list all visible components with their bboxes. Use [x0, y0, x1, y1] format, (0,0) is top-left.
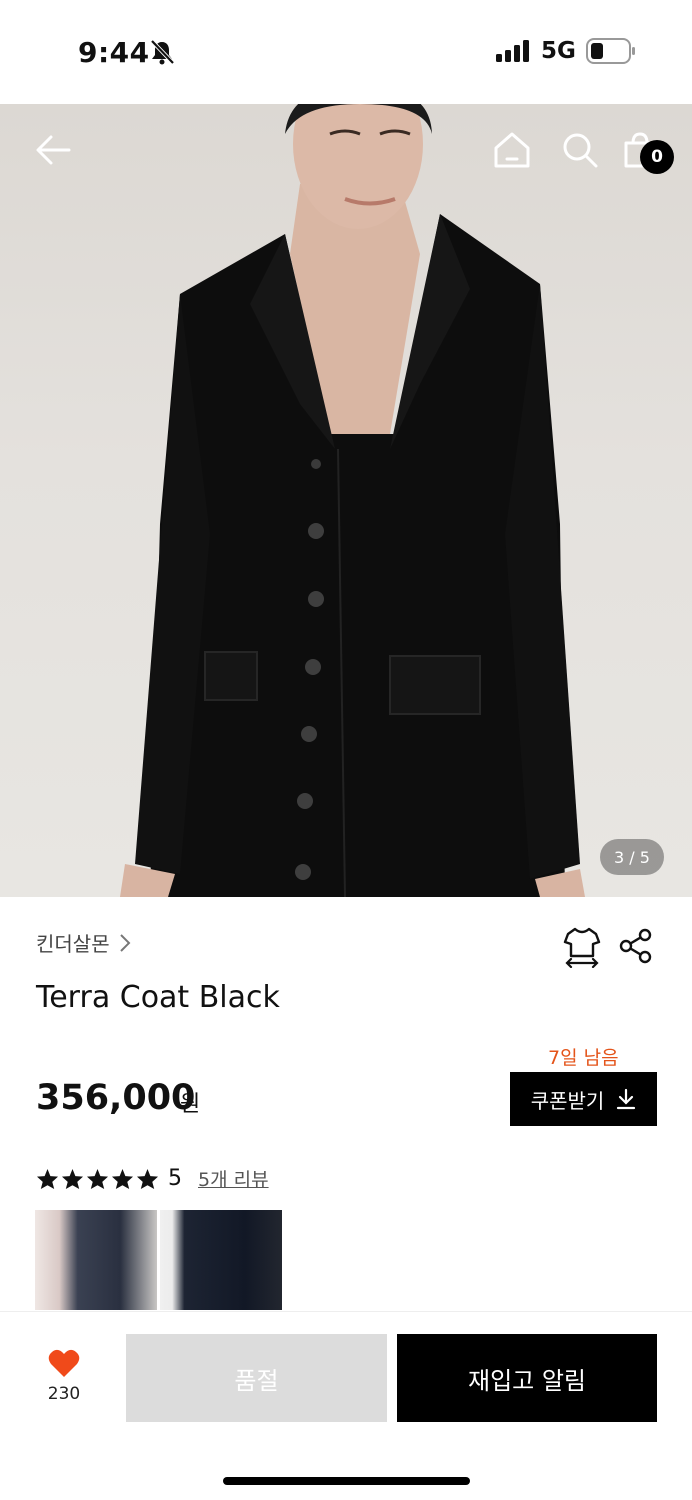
coupon-button-label: 쿠폰받기 — [530, 1088, 605, 1113]
star-icon — [136, 1168, 159, 1189]
size-guide-shirt-icon[interactable] — [562, 926, 602, 968]
review-photo-thumbnail[interactable] — [160, 1210, 282, 1310]
soldout-button: 품절 — [126, 1334, 387, 1422]
review-count-link[interactable]: 5개 리뷰 — [198, 1165, 269, 1192]
share-icon[interactable] — [618, 928, 654, 964]
search-icon — [563, 133, 598, 168]
brand-name: 킨더살몬 — [36, 932, 110, 956]
back-arrow-icon — [36, 135, 71, 165]
home-button[interactable] — [490, 128, 534, 172]
star-icon — [36, 1168, 59, 1189]
product-title: Terra Coat Black — [36, 980, 280, 1015]
product-image-carousel[interactable]: 0 3 / 5 — [0, 104, 692, 897]
chevron-right-icon — [119, 933, 131, 952]
brand-link[interactable]: 킨더살몬 — [36, 928, 132, 957]
restock-alert-button[interactable]: 재입고 알림 — [397, 1334, 657, 1422]
status-bar: 9:44 5G — [0, 0, 692, 104]
rating-value: 5 — [168, 1166, 182, 1191]
like-button[interactable]: 230 — [38, 1348, 90, 1404]
back-button[interactable] — [31, 128, 75, 172]
image-pager: 3 / 5 — [600, 839, 664, 875]
status-time: 9:44 — [78, 36, 150, 69]
cart-count-badge: 0 — [640, 140, 674, 174]
signal-icon — [496, 40, 529, 62]
rating-stars — [36, 1168, 159, 1190]
star-icon — [61, 1168, 84, 1189]
heart-icon — [48, 1349, 80, 1377]
search-button[interactable] — [558, 128, 602, 172]
home-indicator — [223, 1477, 470, 1485]
product-photo — [120, 104, 585, 897]
home-icon — [494, 132, 530, 168]
network-type: 5G — [541, 38, 576, 64]
product-price: 356,000 — [36, 1078, 196, 1118]
download-icon — [617, 1088, 636, 1110]
battery-icon — [586, 38, 635, 64]
star-icon — [111, 1168, 134, 1189]
coupon-days-left: 7일 남음 — [548, 1047, 619, 1069]
star-icon — [86, 1168, 109, 1189]
review-photo-thumbnail[interactable] — [35, 1210, 157, 1310]
like-count: 230 — [47, 1384, 81, 1404]
price-unit: 원 — [180, 1092, 201, 1117]
get-coupon-button[interactable]: 쿠폰받기 — [510, 1072, 657, 1126]
bell-slash-icon — [150, 39, 175, 65]
rating-row: 5 5개 리뷰 — [36, 1165, 269, 1192]
